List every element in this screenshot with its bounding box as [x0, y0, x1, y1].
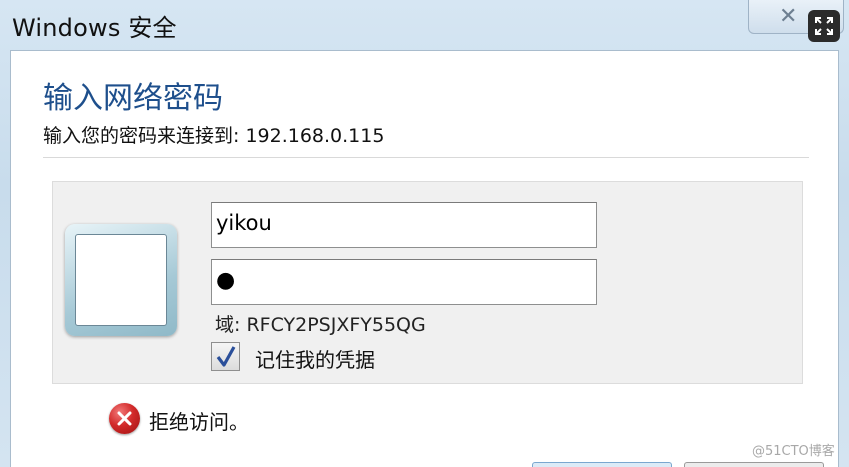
username-field[interactable]: yikou: [211, 202, 597, 248]
credential-panel[interactable]: yikou ● 域: RFCY2PSJXFY55QG 记住我的凭据: [52, 181, 803, 384]
title-bar[interactable]: Windows 安全 ✕: [0, 0, 849, 50]
dialog-subtitle: 输入您的密码来连接到: 192.168.0.115: [43, 125, 385, 147]
window-frame: Windows 安全 ✕ 输入网络密码 输入您的密码来连接到: 192.168.…: [0, 0, 849, 467]
expand-button[interactable]: [808, 10, 840, 42]
watermark: @51CTO博客: [752, 444, 835, 459]
error-icon: [109, 403, 140, 434]
divider: [43, 157, 809, 158]
domain-label: 域: RFCY2PSJXFY55QG: [215, 314, 426, 336]
cancel-button-edge[interactable]: [684, 462, 824, 467]
remember-label: 记住我的凭据: [255, 348, 375, 372]
error-text: 拒绝访问。: [149, 410, 249, 434]
password-field[interactable]: ●: [211, 259, 597, 305]
dialog-content: 输入网络密码 输入您的密码来连接到: 192.168.0.115 yikou ●…: [10, 50, 839, 467]
checkmark-icon: [216, 346, 236, 367]
user-tile-icon: [65, 224, 177, 336]
dialog-heading: 输入网络密码: [43, 81, 223, 116]
remember-checkbox[interactable]: [211, 342, 240, 371]
window-title: Windows 安全: [12, 14, 177, 42]
close-icon: ✕: [779, 4, 798, 29]
expand-icon: [815, 17, 833, 35]
user-tile-frame: [75, 234, 167, 326]
ok-button-edge[interactable]: [532, 462, 672, 467]
